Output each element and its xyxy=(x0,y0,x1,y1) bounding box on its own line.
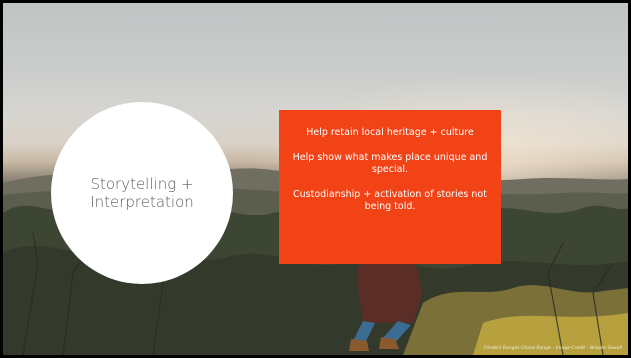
callout-point: Custodianship + activation of stories no… xyxy=(293,188,487,213)
slide: Storytelling + Interpretation Help retai… xyxy=(3,3,628,355)
title-circle: Storytelling + Interpretation xyxy=(51,102,233,284)
callout-box: Help retain local heritage + culture Hel… xyxy=(279,110,501,264)
callout-point: Help show what makes place unique and sp… xyxy=(292,151,488,176)
slide-title: Storytelling + Interpretation xyxy=(90,175,194,211)
slide-frame: Storytelling + Interpretation Help retai… xyxy=(0,0,631,358)
photo-credit: Flinders Ranges Chace Range – Image Cred… xyxy=(483,346,622,351)
callout-point: Help retain local heritage + culture xyxy=(306,127,474,138)
